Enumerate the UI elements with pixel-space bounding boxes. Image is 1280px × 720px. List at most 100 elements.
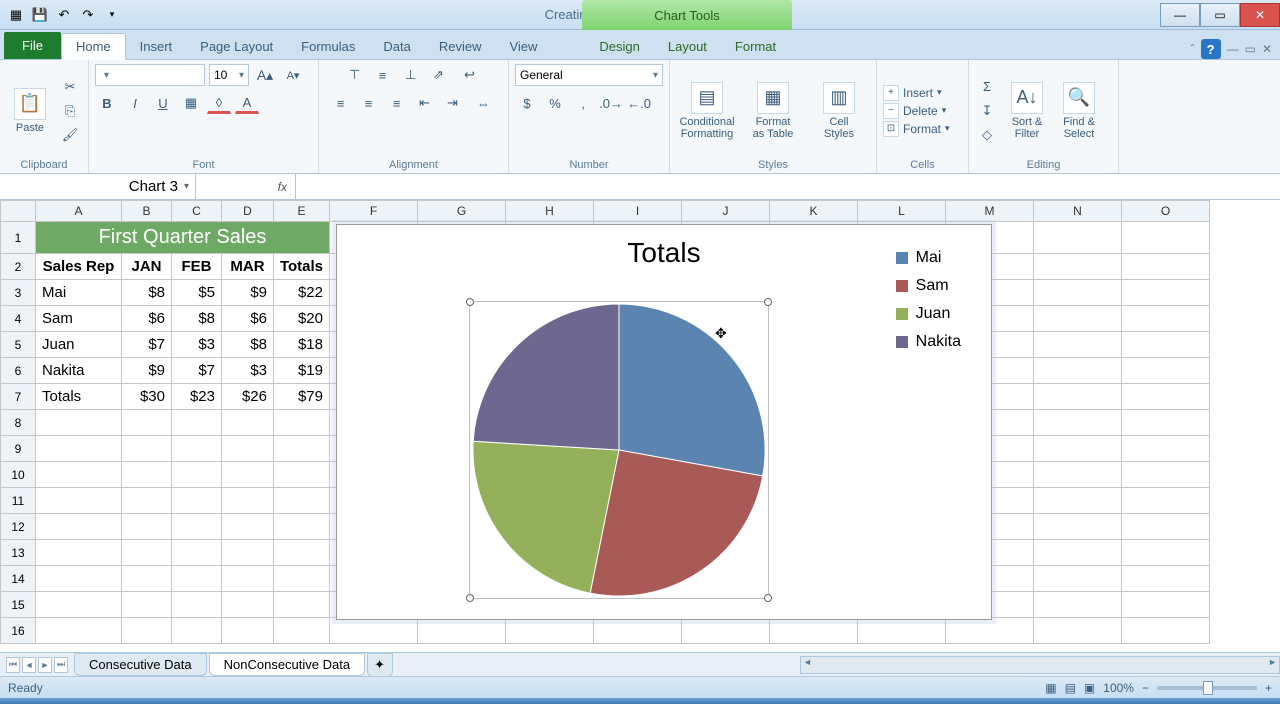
tab-format[interactable]: Format <box>721 34 790 59</box>
cell[interactable] <box>172 462 222 488</box>
cell[interactable]: $3 <box>172 332 222 358</box>
tab-design[interactable]: Design <box>585 34 653 59</box>
underline-button[interactable]: U <box>151 92 175 114</box>
zoom-out-button[interactable]: − <box>1142 681 1149 695</box>
row-header[interactable]: 2 <box>0 254 36 280</box>
sort-filter-button[interactable]: A↓Sort & Filter <box>1003 82 1051 140</box>
cell[interactable] <box>222 618 274 644</box>
cell[interactable] <box>274 592 330 618</box>
cell[interactable] <box>274 540 330 566</box>
cell[interactable]: $7 <box>122 332 172 358</box>
cell[interactable] <box>172 488 222 514</box>
tab-review[interactable]: Review <box>425 34 496 59</box>
bold-button[interactable]: B <box>95 92 119 114</box>
cell[interactable]: $8 <box>172 306 222 332</box>
cell[interactable] <box>1122 436 1210 462</box>
cell[interactable] <box>36 618 122 644</box>
plot-area[interactable] <box>469 301 769 599</box>
cell[interactable] <box>222 462 274 488</box>
increase-decimal-icon[interactable]: .0→ <box>599 92 623 114</box>
row-header[interactable]: 10 <box>0 462 36 488</box>
align-left-icon[interactable]: ≡ <box>329 92 353 114</box>
cell[interactable]: $23 <box>172 384 222 410</box>
cell[interactable] <box>770 618 858 644</box>
sheet-nav-last[interactable]: ⏭ <box>54 657 68 673</box>
align-top-icon[interactable]: ⊤ <box>343 64 367 86</box>
cell[interactable]: Juan <box>36 332 122 358</box>
cell[interactable]: $5 <box>172 280 222 306</box>
format-as-table-button[interactable]: ▦Format as Table <box>742 82 804 140</box>
cell[interactable] <box>172 566 222 592</box>
orientation-icon[interactable]: ⇗ <box>427 64 451 86</box>
plot-handle-ne[interactable] <box>764 298 772 306</box>
cell-styles-button[interactable]: ▥Cell Styles <box>808 82 870 140</box>
cell[interactable]: FEB <box>172 254 222 280</box>
format-painter-icon[interactable]: 🖌 <box>58 124 82 146</box>
pie-chart[interactable] <box>470 302 768 598</box>
cell[interactable] <box>36 566 122 592</box>
cell[interactable] <box>172 618 222 644</box>
row-header[interactable]: 5 <box>0 332 36 358</box>
tab-data[interactable]: Data <box>369 34 424 59</box>
zoom-slider[interactable] <box>1157 686 1257 690</box>
cell[interactable] <box>1122 306 1210 332</box>
redo-icon[interactable]: ↷ <box>78 5 98 25</box>
cell[interactable] <box>418 618 506 644</box>
cell[interactable] <box>36 488 122 514</box>
plot-handle-se[interactable] <box>764 594 772 602</box>
border-icon[interactable]: ▦ <box>179 92 203 114</box>
cell[interactable] <box>172 410 222 436</box>
tab-home[interactable]: Home <box>61 33 126 60</box>
conditional-formatting-button[interactable]: ▤Conditional Formatting <box>676 82 738 140</box>
tab-file[interactable]: File <box>4 32 61 59</box>
cell[interactable]: $22 <box>274 280 330 306</box>
cell[interactable] <box>222 410 274 436</box>
cell[interactable] <box>1034 254 1122 280</box>
cell[interactable]: $18 <box>274 332 330 358</box>
cell[interactable]: $30 <box>122 384 172 410</box>
cell[interactable] <box>1034 540 1122 566</box>
decrease-indent-icon[interactable]: ⇤ <box>413 92 437 114</box>
cell[interactable] <box>1034 306 1122 332</box>
align-center-icon[interactable]: ≡ <box>357 92 381 114</box>
cell[interactable] <box>1122 410 1210 436</box>
column-header[interactable]: L <box>858 200 946 222</box>
save-icon[interactable]: 💾 <box>30 5 50 25</box>
currency-icon[interactable]: $ <box>515 92 539 114</box>
cell[interactable] <box>1034 358 1122 384</box>
cell[interactable] <box>36 462 122 488</box>
title-cell[interactable]: First Quarter Sales <box>36 222 330 254</box>
cell[interactable] <box>1034 436 1122 462</box>
sheet-nav-first[interactable]: ⏮ <box>6 657 20 673</box>
cell[interactable] <box>122 462 172 488</box>
cell[interactable] <box>274 618 330 644</box>
pie-slice[interactable] <box>473 304 619 450</box>
undo-icon[interactable]: ↶ <box>54 5 74 25</box>
column-header[interactable]: J <box>682 200 770 222</box>
help-button[interactable]: ? <box>1201 39 1221 59</box>
cell[interactable] <box>1122 254 1210 280</box>
cell[interactable] <box>1034 566 1122 592</box>
fx-button[interactable]: fx <box>196 174 296 199</box>
fill-icon[interactable]: ↧ <box>975 100 999 122</box>
find-select-button[interactable]: 🔍Find & Select <box>1055 82 1103 140</box>
column-header[interactable]: I <box>594 200 682 222</box>
embedded-chart[interactable]: Totals ✥ MaiSamJuanNakita <box>336 224 992 620</box>
cell[interactable] <box>122 540 172 566</box>
cell[interactable] <box>274 410 330 436</box>
row-header[interactable]: 8 <box>0 410 36 436</box>
legend-item[interactable]: Nakita <box>896 333 961 351</box>
column-header[interactable]: A <box>36 200 122 222</box>
cells-insert-button[interactable]: +Insert▾ <box>883 85 950 101</box>
cell[interactable] <box>1034 488 1122 514</box>
cell[interactable] <box>1122 540 1210 566</box>
cell[interactable]: $19 <box>274 358 330 384</box>
tab-formulas[interactable]: Formulas <box>287 34 369 59</box>
cell[interactable] <box>1122 222 1210 254</box>
workbook-minimize-icon[interactable]: — <box>1227 42 1239 56</box>
column-header[interactable]: D <box>222 200 274 222</box>
cell[interactable]: JAN <box>122 254 172 280</box>
cell[interactable] <box>1122 462 1210 488</box>
maximize-button[interactable]: ▭ <box>1200 3 1240 27</box>
cell[interactable] <box>36 592 122 618</box>
